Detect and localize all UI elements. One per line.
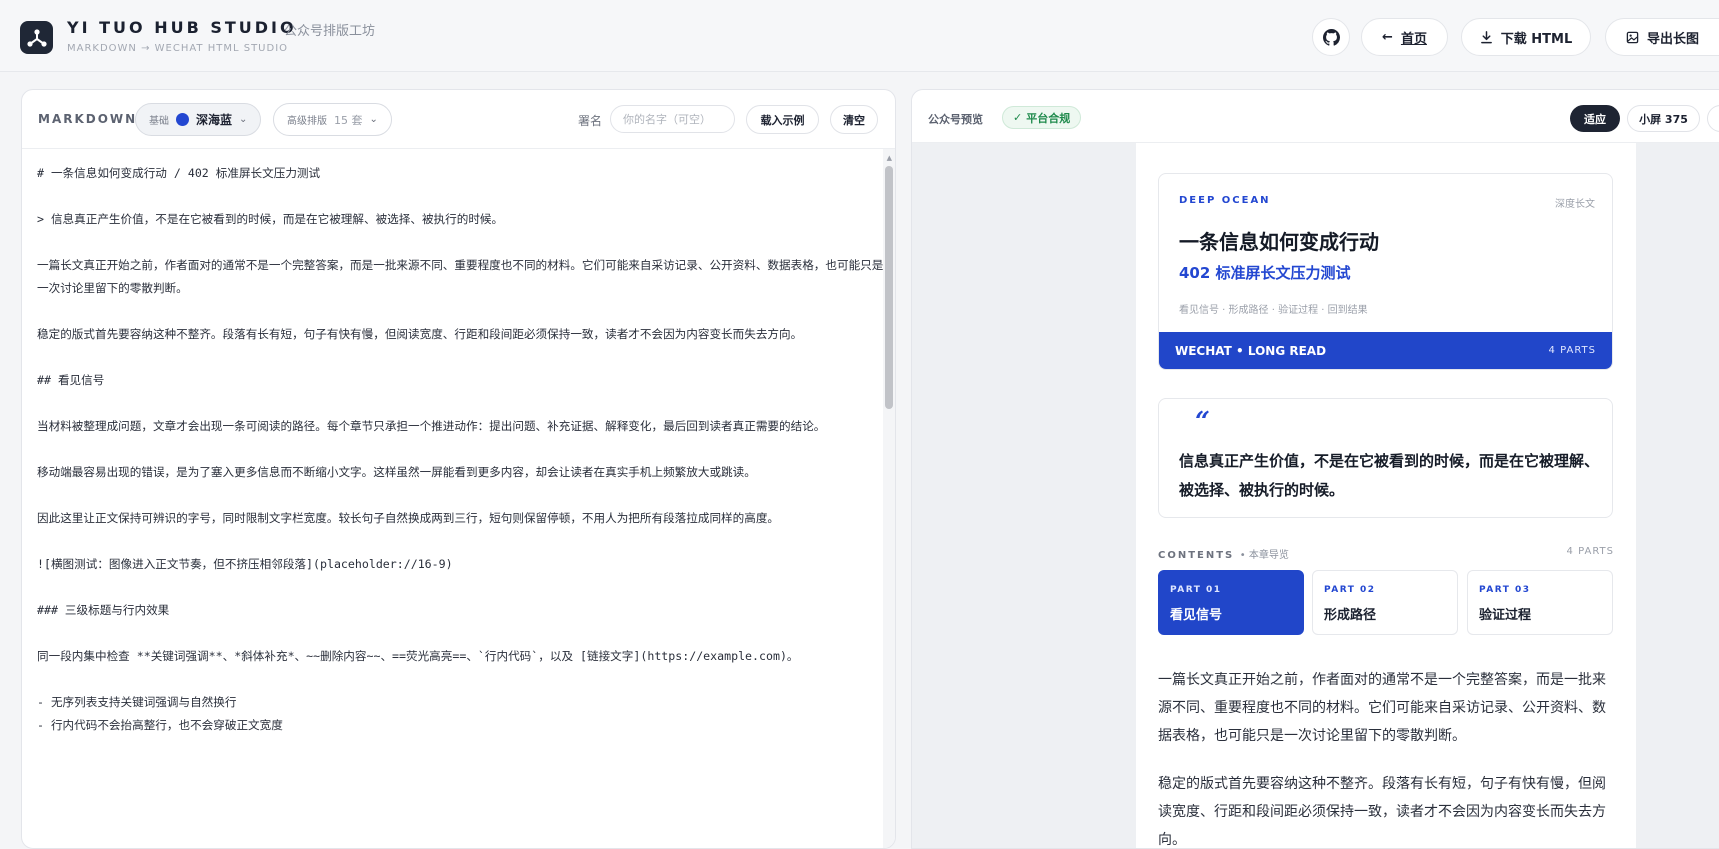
markdown-source[interactable]: # 一条信息如何变成行动 / 402 标准屏长文压力测试 > 信息真正产生价值，不…: [37, 162, 889, 737]
toc-heading-label: CONTENTS: [1158, 550, 1235, 561]
toc-count: 4 PARTS: [1566, 546, 1614, 557]
toc-name: 验证过程: [1479, 608, 1532, 623]
github-icon: [1322, 28, 1340, 46]
source-line: 因此这里让正文保持可辨识的字号，同时限制文字栏宽度。较长句子自然换成两到三行，短…: [37, 511, 780, 525]
markdown-editor-panel: MARKDOWN 基础 深海蓝 ⌄ 高级排版 15 套 ⌄ 署名 载入示例 清空…: [21, 89, 896, 849]
editor-scroll-thumb[interactable]: [885, 166, 893, 409]
markdown-label: MARKDOWN: [38, 112, 138, 126]
source-line: - 行内代码不会抬高整行，也不会穿破正文宽度: [37, 718, 283, 732]
compliance-badge: ✓ 平台合规: [1002, 106, 1082, 129]
home-label: 首页: [1400, 31, 1427, 47]
logo-icon: [26, 28, 47, 47]
body-paragraph: 一篇长文真正开始之前，作者面对的通常不是一个完整答案，而是一批来源不同、重要程度…: [1158, 672, 1606, 744]
source-line: ![横图测试：图像进入正文节奏，但不挤压相邻段落](placeholder://…: [37, 557, 453, 571]
chevron-down-icon: ⌄: [239, 114, 248, 125]
preview-label: 公众号预览: [928, 113, 983, 126]
quote-text: 信息真正产生价值，不是在它被看到的时候，而是在它被理解、被选择、被执行的时候。: [1179, 452, 1600, 499]
download-icon: [1480, 30, 1492, 43]
brand-title: YI TUO HUB STUDIO: [67, 18, 297, 37]
cover-bar-right: 4 PARTS: [1548, 345, 1596, 356]
toc-item-part-02[interactable]: PART 02 形成路径: [1312, 570, 1458, 635]
source-line: 同一段内集中检查 **关键词强调**、*斜体补充*、~~删除内容~~、==荧光高…: [37, 649, 799, 663]
load-example-button[interactable]: 载入示例: [746, 105, 819, 134]
advanced-count: 15 套: [334, 113, 363, 127]
advanced-layout-selector[interactable]: 高级排版 15 套 ⌄: [273, 103, 392, 136]
home-button[interactable]: ← 首页: [1361, 18, 1448, 56]
toc-heading: CONTENTS • 本章导览: [1158, 550, 1289, 561]
toc-part: PART 01: [1170, 585, 1222, 595]
cover-subtitle: 402 标准屏长文压力测试: [1179, 264, 1351, 282]
preview-toolbar: 公众号预览 ✓ 平台合规 适应 小屏 375: [912, 90, 1719, 143]
cover-steps: 看见信号 · 形成路径 · 验证过程 · 回到结果: [1179, 305, 1368, 316]
download-label: 下载 HTML: [1500, 31, 1573, 47]
image-icon: [1626, 31, 1639, 43]
source-line: 一篇长文真正开始之前，作者面对的通常不是一个完整答案，而是一批来源不同、重要程度…: [37, 258, 884, 295]
brand-subtitle: 公众号排版工坊: [284, 24, 376, 39]
more-size-button[interactable]: [1707, 105, 1719, 132]
cover-bar: WECHAT • LONG READ 4 PARTS: [1159, 332, 1612, 369]
source-line: 当材料被整理成问题，文章才会出现一条可阅读的路径。每个章节只承担一个推进动作：提…: [37, 419, 826, 433]
cover-tag: 深度长文: [1555, 199, 1595, 210]
cover-card: DEEP OCEAN 深度长文 一条信息如何变成行动 402 标准屏长文压力测试…: [1158, 173, 1613, 370]
signature-input[interactable]: [610, 105, 735, 133]
small-screen-button[interactable]: 小屏 375: [1627, 105, 1700, 132]
toc-item-part-03[interactable]: PART 03 验证过程: [1467, 570, 1613, 635]
toc-name: 形成路径: [1324, 608, 1377, 623]
source-line: 移动端最容易出现的错误，是为了塞入更多信息而不断缩小文字。这样虽然一屏能看到更多…: [37, 465, 756, 479]
app-logo: [20, 21, 53, 54]
toc-item-part-01[interactable]: PART 01 看见信号: [1158, 570, 1304, 635]
arrow-left-icon: ←: [1382, 29, 1393, 45]
toc-name: 看见信号: [1170, 608, 1223, 623]
theme-color-swatch: [176, 113, 189, 126]
quote-mark-icon: “: [1195, 407, 1210, 437]
chevron-down-icon: ⌄: [369, 114, 378, 125]
fit-button[interactable]: 适应: [1570, 105, 1620, 132]
brand-tagline: MARKDOWN → WECHAT HTML STUDIO: [67, 43, 289, 54]
theme-selector[interactable]: 基础 深海蓝 ⌄: [135, 103, 262, 136]
editor-toolbar: MARKDOWN 基础 深海蓝 ⌄ 高级排版 15 套 ⌄ 署名 载入示例 清空: [22, 90, 895, 149]
theme-name: 深海蓝: [196, 113, 233, 127]
export-image-button[interactable]: 导出长图: [1605, 18, 1719, 56]
export-label: 导出长图: [1646, 31, 1699, 47]
phone-preview: DEEP OCEAN 深度长文 一条信息如何变成行动 402 标准屏长文压力测试…: [1136, 143, 1636, 848]
source-line: - 无序列表支持关键词强调与自然换行: [37, 695, 237, 709]
check-icon: ✓: [1013, 111, 1023, 124]
toc-part: PART 03: [1479, 585, 1531, 595]
source-line: ## 看见信号: [37, 373, 105, 387]
download-html-button[interactable]: 下载 HTML: [1461, 18, 1591, 56]
signature-label: 署名: [578, 114, 603, 128]
wechat-preview-panel: 公众号预览 ✓ 平台合规 适应 小屏 375 DEEP OCEAN 深度长文 一…: [911, 89, 1719, 849]
theme-group-label: 基础: [149, 116, 169, 127]
cover-kicker: DEEP OCEAN: [1179, 195, 1271, 206]
advanced-label: 高级排版: [287, 116, 327, 127]
github-button[interactable]: [1312, 18, 1350, 56]
scroll-up-arrow-icon[interactable]: ▲: [887, 154, 892, 162]
clear-button[interactable]: 清空: [830, 105, 878, 134]
source-line: ### 三级标题与行内效果: [37, 603, 170, 617]
source-line: > 信息真正产生价值，不是在它被看到的时候，而是在它被理解、被选择、被执行的时候…: [37, 212, 504, 226]
toc-part: PART 02: [1324, 585, 1376, 595]
cover-bar-left: WECHAT • LONG READ: [1175, 343, 1327, 358]
cover-title: 一条信息如何变成行动: [1179, 230, 1379, 254]
app-header: YI TUO HUB STUDIO 公众号排版工坊 MARKDOWN → WEC…: [0, 0, 1719, 72]
source-line: # 一条信息如何变成行动 / 402 标准屏长文压力测试: [37, 166, 321, 180]
lead-quote: “ 信息真正产生价值，不是在它被看到的时候，而是在它被理解、被选择、被执行的时候…: [1158, 398, 1613, 518]
body-paragraph: 稳定的版式首先要容纳这种不整齐。段落有长有短，句子有快有慢，但阅读宽度、行距和段…: [1158, 776, 1606, 848]
toc-heading-sub: 本章导览: [1248, 550, 1289, 561]
source-line: 稳定的版式首先要容纳这种不整齐。段落有长有短，句子有快有慢，但阅读宽度、行距和段…: [37, 327, 803, 341]
compliance-label: 平台合规: [1026, 111, 1071, 125]
